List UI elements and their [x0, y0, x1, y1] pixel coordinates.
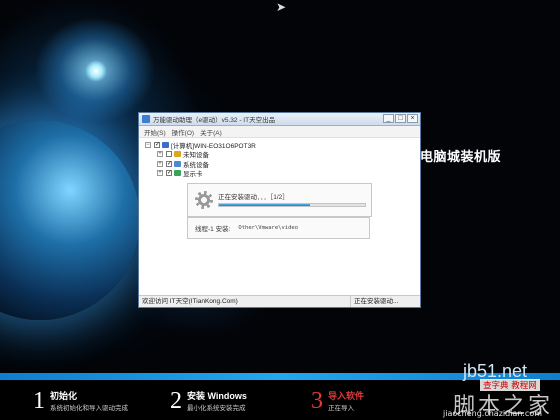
computer-icon [162, 141, 169, 148]
title-bar[interactable]: 万能驱动助理（e驱动）v5.32 - IT天空出品 _ □ × [139, 113, 420, 126]
progress-text: 正在安装驱动．．．［1/2］ [218, 194, 289, 201]
maximize-button[interactable]: □ [395, 114, 406, 123]
menu-operate[interactable]: 操作(O) [172, 127, 194, 137]
planet-graphic [0, 120, 140, 320]
item-checkbox[interactable]: ✓ [166, 170, 172, 177]
status-bar: 欢迎访问 IT天空(ITianKong.Com) 正在安装驱动... [139, 295, 420, 307]
window-controls: _ □ × [383, 114, 418, 123]
root-label: [计算机]WIN-EO31O6POT3R [171, 142, 256, 150]
mouse-cursor-icon: ➤ [276, 0, 287, 14]
step-title: 导入软件 [328, 391, 365, 401]
tree-item-label: 显示卡 [183, 171, 203, 179]
tree-item-system[interactable]: + ✓ 系统设备 [157, 159, 420, 169]
step-desc: 系统初始化和导入驱动完成 [50, 405, 128, 412]
tree-item-label: 系统设备 [183, 161, 209, 169]
step-number: 3 [311, 388, 323, 414]
display-card-icon [174, 170, 181, 177]
expand-icon[interactable]: + [157, 151, 163, 158]
watermark-badge: 查字典 教程网 [480, 379, 540, 391]
step-title: 初始化 [50, 391, 78, 401]
desktop-wallpaper: ➤ 电脑城装机版 万能驱动助理（e驱动）v5.32 - IT天空出品 _ □ ×… [0, 0, 560, 420]
light-flare [85, 60, 107, 82]
step-desc: 正在导入 [328, 405, 354, 412]
item-checkbox[interactable] [166, 151, 172, 158]
collapse-icon[interactable]: − [145, 141, 151, 148]
tree-item-unknown[interactable]: + 未知设备 [157, 150, 420, 160]
menu-about[interactable]: 关于(A) [200, 127, 222, 137]
root-checkbox[interactable]: ✓ [154, 141, 160, 148]
driver-assistant-window[interactable]: 万能驱动助理（e驱动）v5.32 - IT天空出品 _ □ × 开始(S) 操作… [138, 112, 421, 308]
step-title: 安装 Windows [187, 391, 247, 401]
thread-label: 线程-1 安装: [195, 226, 231, 233]
window-title: 万能驱动助理（e驱动）v5.32 - IT天空出品 [153, 117, 276, 124]
unknown-device-icon [174, 151, 181, 158]
step-number: 1 [33, 388, 45, 414]
site-watermark: jb51.net 脚本之家 查字典 教程网 jiaocheng.chazidia… [425, 357, 560, 420]
install-progress-panel: 正在安装驱动．．．［1/2］ [187, 183, 372, 217]
thread-panel: 线程-1 安装: Other\Vmware\video [187, 217, 370, 239]
device-tree: − ✓ [计算机]WIN-EO31O6POT3R + 未知设备 + ✓ 系统设备… [139, 138, 420, 178]
watermark-small: jiaocheng.chazidian.com [443, 409, 543, 418]
status-welcome: 欢迎访问 IT天空(ITianKong.Com) [139, 296, 351, 307]
tree-root[interactable]: − ✓ [计算机]WIN-EO31O6POT3R [145, 140, 420, 150]
system-device-icon [174, 160, 181, 167]
step-desc: 最小化系统安装完成 [187, 405, 246, 412]
step-number: 2 [170, 388, 182, 414]
tree-item-display[interactable]: + ✓ 显示卡 [157, 169, 420, 179]
progress-fill [219, 204, 310, 206]
thread-path: Other\Vmware\video [238, 225, 299, 231]
expand-icon[interactable]: + [157, 160, 163, 167]
close-button[interactable]: × [407, 114, 418, 123]
tree-item-label: 未知设备 [183, 152, 209, 160]
progress-bar [218, 203, 366, 207]
menu-bar: 开始(S) 操作(O) 关于(A) [139, 126, 420, 138]
status-state: 正在安装驱动... [354, 298, 399, 305]
expand-icon[interactable]: + [157, 170, 163, 177]
item-checkbox[interactable]: ✓ [166, 160, 172, 167]
app-icon [142, 115, 150, 123]
brand-title: 电脑城装机版 [420, 149, 502, 164]
menu-start[interactable]: 开始(S) [144, 127, 166, 137]
minimize-button[interactable]: _ [383, 114, 394, 123]
gear-icon [195, 191, 213, 209]
